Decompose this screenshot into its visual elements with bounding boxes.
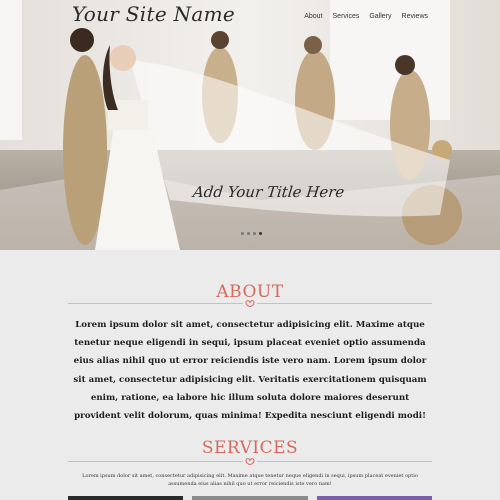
hero-image — [0, 0, 500, 250]
services-divider — [68, 457, 432, 465]
slider-dot[interactable] — [241, 232, 244, 235]
nav-link-gallery[interactable]: Gallery — [369, 13, 391, 20]
nav-link-reviews[interactable]: Reviews — [402, 13, 428, 20]
services-cards — [68, 496, 432, 500]
site-logo[interactable]: Your Site Name — [72, 2, 235, 26]
top-navigation: Your Site Name About Services Gallery Re… — [0, 0, 500, 34]
nav-link-about[interactable]: About — [304, 13, 322, 20]
about-divider — [68, 299, 432, 307]
hero-title: Add Your Title Here — [192, 183, 346, 201]
slider-dot[interactable] — [247, 232, 250, 235]
services-paragraph: Lorem ipsum dolor sit amet, consectetur … — [82, 473, 418, 487]
heart-ornament-icon — [243, 457, 257, 465]
slider-dots — [241, 232, 262, 235]
services-heading: SERVICES — [201, 438, 299, 458]
heart-ornament-icon — [243, 299, 257, 307]
slider-dot[interactable] — [253, 232, 256, 235]
nav-link-services[interactable]: Services — [333, 13, 360, 20]
service-card-image[interactable] — [68, 496, 184, 500]
slider-dot-active[interactable] — [259, 232, 262, 235]
service-card-image[interactable] — [316, 496, 432, 500]
nav-links: About Services Gallery Reviews — [304, 13, 428, 20]
hero-slider: Your Site Name About Services Gallery Re… — [0, 0, 500, 250]
about-paragraph: Lorem ipsum dolor sit amet, consectetur … — [73, 320, 427, 422]
service-card-image[interactable] — [192, 496, 308, 500]
